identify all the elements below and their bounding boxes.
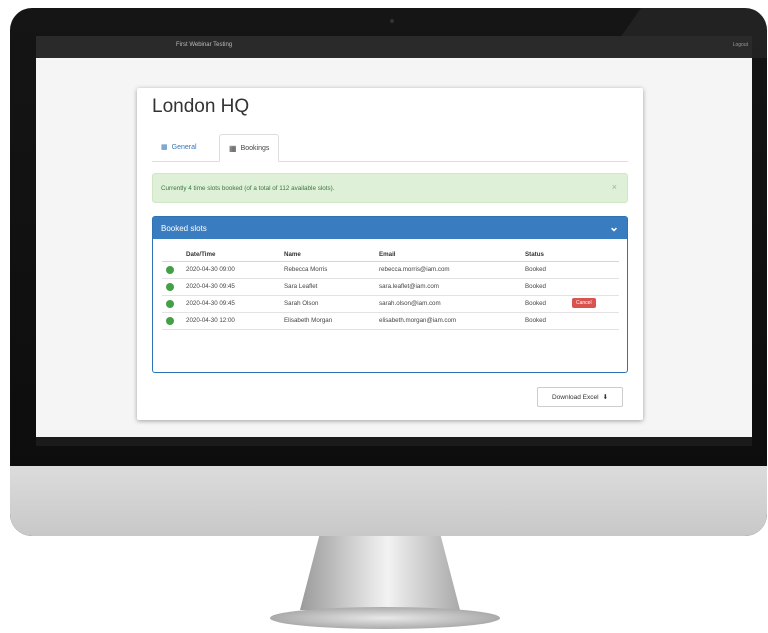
- screen: First Webinar Testing Logout London HQ ▦…: [36, 36, 752, 446]
- download-icon: ⬇: [602, 394, 609, 401]
- grid-icon: ▦: [161, 144, 168, 151]
- table-row[interactable]: 2020-04-30 09:45 Sarah Olson sarah.olson…: [162, 296, 619, 313]
- panel-title: Booked slots: [161, 224, 207, 233]
- location-card: London HQ ▦ General ▦ Bookings Currently…: [137, 88, 643, 420]
- tab-general[interactable]: ▦ General: [152, 134, 206, 160]
- monitor-chin: [10, 466, 767, 536]
- panel-header[interactable]: Booked slots ⌄: [153, 217, 627, 239]
- col-datetime-header: Date/Time: [186, 251, 216, 258]
- monitor-base: [270, 607, 500, 629]
- close-icon[interactable]: ×: [612, 182, 617, 192]
- booked-slots-panel: Booked slots ⌄ Date/Time Name Email Stat…: [152, 216, 628, 373]
- cell-status: Booked: [525, 300, 546, 307]
- monitor-stand: [300, 536, 460, 610]
- col-name-header: Name: [284, 251, 301, 258]
- calendar-icon: ▦: [229, 143, 237, 153]
- chevron-down-icon[interactable]: ⌄: [609, 220, 619, 234]
- logout-link[interactable]: Logout: [733, 42, 748, 48]
- cell-name: Rebecca Morris: [284, 266, 328, 273]
- camera: [390, 19, 394, 23]
- cell-email: sarah.olson@iam.com: [379, 300, 441, 307]
- bookings-table: Date/Time Name Email Status 2020-04-30 0…: [162, 247, 619, 330]
- status-dot-icon: [166, 300, 174, 308]
- cell-datetime: 2020-04-30 12:00: [186, 317, 235, 324]
- download-excel-label: Download Excel: [551, 393, 599, 401]
- table-header-row: Date/Time Name Email Status: [162, 247, 619, 262]
- cell-email: elisabeth.morgan@iam.com: [379, 317, 457, 324]
- tab-general-label: General: [171, 143, 197, 151]
- table-row[interactable]: 2020-04-30 09:00 Rebecca Morris rebecca.…: [162, 262, 619, 279]
- tab-bar: ▦ General ▦ Bookings: [152, 134, 628, 162]
- download-excel-button[interactable]: Download Excel ⬇: [537, 387, 623, 407]
- top-navbar: First Webinar Testing Logout: [36, 36, 752, 58]
- cell-status: Booked: [525, 317, 546, 324]
- col-email-header: Email: [379, 251, 396, 258]
- booking-summary-alert: Currently 4 time slots booked (of a tota…: [152, 173, 628, 203]
- cell-datetime: 2020-04-30 09:45: [186, 283, 235, 290]
- cell-name: Elisabeth Morgan: [284, 317, 333, 324]
- cell-status: Booked: [525, 283, 546, 290]
- screen-bezel-bottom: [36, 437, 752, 446]
- cancel-button[interactable]: Cancel: [572, 298, 596, 308]
- status-dot-icon: [166, 266, 174, 274]
- table-row[interactable]: 2020-04-30 12:00 Elisabeth Morgan elisab…: [162, 313, 619, 330]
- monitor-frame: First Webinar Testing Logout London HQ ▦…: [10, 8, 767, 536]
- page-title: London HQ: [152, 96, 250, 117]
- cell-name: Sarah Olson: [284, 300, 319, 307]
- status-dot-icon: [166, 317, 174, 325]
- tab-bookings-label: Bookings: [240, 144, 270, 152]
- alert-text: Currently 4 time slots booked (of a tota…: [161, 185, 335, 192]
- cell-status: Booked: [525, 266, 546, 273]
- col-status-header: Status: [525, 251, 544, 258]
- cell-email: sara.leaflet@iam.com: [379, 283, 439, 290]
- table-row[interactable]: 2020-04-30 09:45 Sara Leaflet sara.leafl…: [162, 279, 619, 296]
- cell-email: rebecca.morris@iam.com: [379, 266, 450, 273]
- cell-datetime: 2020-04-30 09:45: [186, 300, 235, 307]
- tab-bookings[interactable]: ▦ Bookings: [219, 134, 280, 162]
- app-title: First Webinar Testing: [176, 42, 233, 48]
- cell-datetime: 2020-04-30 09:00: [186, 266, 235, 273]
- status-dot-icon: [166, 283, 174, 291]
- cell-name: Sara Leaflet: [284, 283, 318, 290]
